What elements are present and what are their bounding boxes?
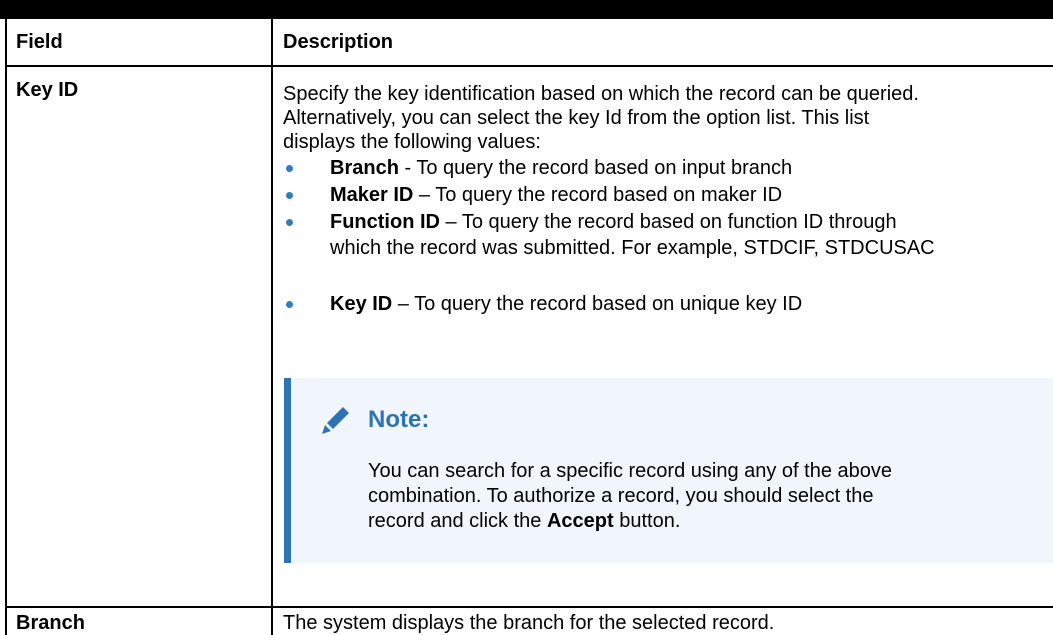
note-title: Note:: [368, 406, 430, 433]
description-line: Alternatively, you can select the key Id…: [283, 107, 870, 129]
list-item: Branch - To query the record based on in…: [330, 155, 792, 181]
bullet-text: - To query the record based on input bra…: [398, 157, 793, 179]
list-item: Key ID – To query the record based on un…: [330, 291, 802, 317]
description-line: displays the following values:: [283, 131, 541, 153]
note-text-line: record and click the Accept button.: [368, 509, 680, 534]
bullet-dot: [286, 301, 293, 308]
row-divider: [5, 606, 1053, 608]
table-border-left: [5, 19, 7, 635]
bullet-dot: [286, 165, 293, 172]
list-item: Maker ID – To query the record based on …: [330, 182, 782, 208]
bullet-term: Branch: [330, 157, 399, 179]
bullet-dot: [286, 219, 293, 226]
bullet-dot: [286, 192, 293, 199]
list-item-continuation: which the record was submitted. For exam…: [330, 237, 935, 259]
bullet-text: – To query the record based on unique ke…: [392, 293, 803, 315]
bullet-term: Function ID: [330, 211, 440, 233]
description-line: Specify the key identification based on …: [283, 83, 919, 105]
table-row-field: Branch: [16, 612, 85, 634]
column-header-description: Description: [283, 31, 394, 53]
bullet-term: Key ID: [330, 293, 393, 315]
note-accent-bar: [284, 378, 291, 563]
note-text-line: You can search for a specific record usi…: [368, 460, 893, 482]
top-rule: [0, 0, 1053, 19]
header-row-divider: [5, 65, 1053, 67]
accept-button-reference: Accept: [546, 510, 614, 532]
pencil-icon: [318, 402, 354, 438]
bullet-text: – To query the record based on function …: [439, 211, 897, 233]
column-header-field: Field: [16, 31, 63, 53]
note-text: button.: [613, 510, 681, 532]
note-text: record and click the: [368, 510, 547, 532]
table-row-description: The system displays the branch for the s…: [283, 612, 775, 634]
bullet-text: – To query the record based on maker ID: [413, 184, 783, 206]
note-text-line: combination. To authorize a record, you …: [368, 485, 874, 507]
table-column-divider: [271, 19, 273, 635]
bullet-term: Maker ID: [330, 184, 414, 206]
table-row-field: Key ID: [16, 79, 79, 101]
list-item: Function ID – To query the record based …: [330, 209, 897, 235]
